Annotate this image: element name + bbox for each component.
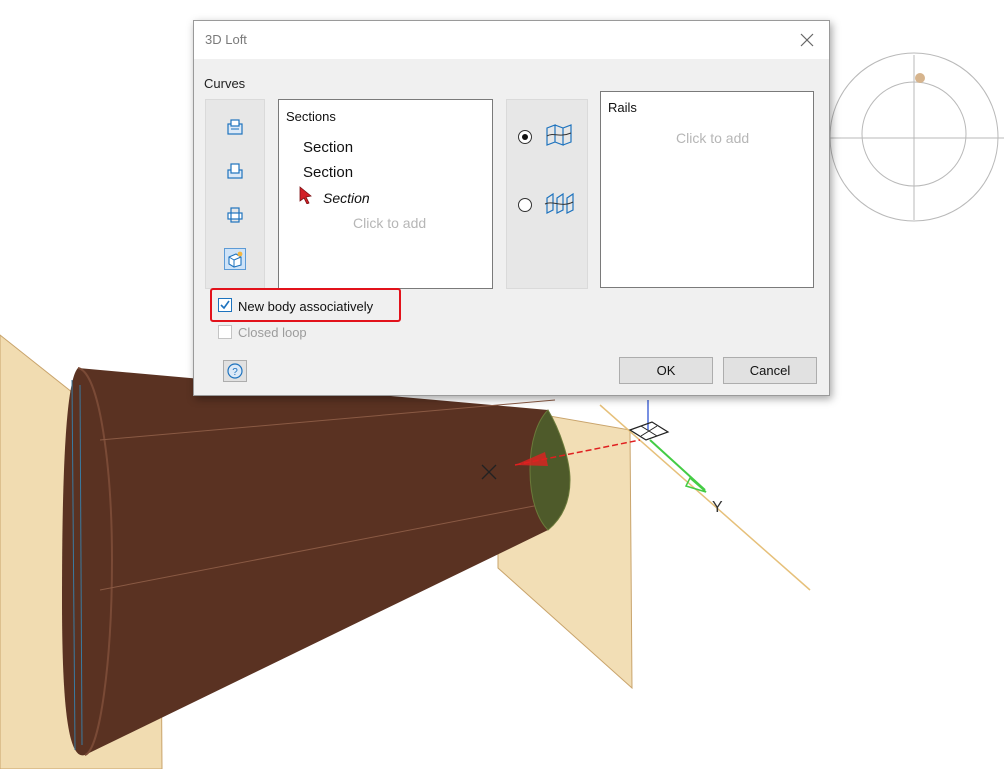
rails-placeholder[interactable]: Click to add [676, 130, 749, 146]
new-sketch-button[interactable] [224, 248, 246, 270]
new-body-label[interactable]: New body associatively [238, 299, 373, 314]
sections-placeholder[interactable]: Click to add [353, 215, 426, 231]
section-remove-icon [227, 207, 243, 223]
check-icon [220, 300, 230, 310]
select-section-button[interactable] [224, 116, 246, 138]
loft-rails-icon [544, 192, 574, 214]
mode-radio-rails[interactable] [518, 198, 532, 212]
help-icon: ? [227, 363, 243, 379]
remove-section-button[interactable] [224, 204, 246, 226]
view-compass[interactable] [829, 52, 1004, 222]
title-bar: 3D Loft [194, 21, 829, 59]
ok-button[interactable]: OK [619, 357, 713, 384]
rails-list[interactable]: Rails Click to add [600, 91, 814, 288]
dialog-title: 3D Loft [205, 32, 247, 47]
compass-marker [915, 73, 925, 83]
closed-loop-checkbox[interactable] [218, 325, 232, 339]
mode-radio-sections[interactable] [518, 130, 532, 144]
list-item[interactable]: Section [303, 139, 353, 156]
loft-body[interactable] [62, 367, 571, 756]
curve-tool-strip [205, 99, 265, 289]
close-button[interactable] [793, 27, 821, 53]
new-body-checkbox[interactable] [218, 298, 232, 312]
sketch-cube-icon [228, 251, 243, 268]
list-item-current[interactable]: Section [323, 190, 370, 206]
cancel-button[interactable]: Cancel [723, 357, 817, 384]
section-add-icon [227, 163, 243, 179]
loft-dialog: 3D Loft Curves Sections Section Section … [193, 20, 830, 396]
closed-loop-label[interactable]: Closed loop [238, 325, 307, 340]
sections-title: Sections [286, 109, 336, 124]
list-item[interactable]: Section [303, 164, 353, 181]
axis-label: Y [712, 499, 723, 516]
add-section-button[interactable] [224, 160, 246, 182]
curves-group-label: Curves [204, 76, 246, 91]
loft-mode-panel [506, 99, 588, 289]
close-icon [800, 33, 814, 47]
section-select-icon [227, 119, 243, 135]
y-axis-arrow [649, 439, 706, 491]
loft-sections-icon [546, 124, 572, 146]
pointer-arrow-icon [299, 186, 312, 204]
sections-list[interactable]: Sections Section Section Section Click t… [278, 99, 493, 289]
help-button[interactable]: ? [223, 360, 247, 382]
rails-title: Rails [608, 100, 637, 115]
svg-text:?: ? [232, 367, 238, 378]
